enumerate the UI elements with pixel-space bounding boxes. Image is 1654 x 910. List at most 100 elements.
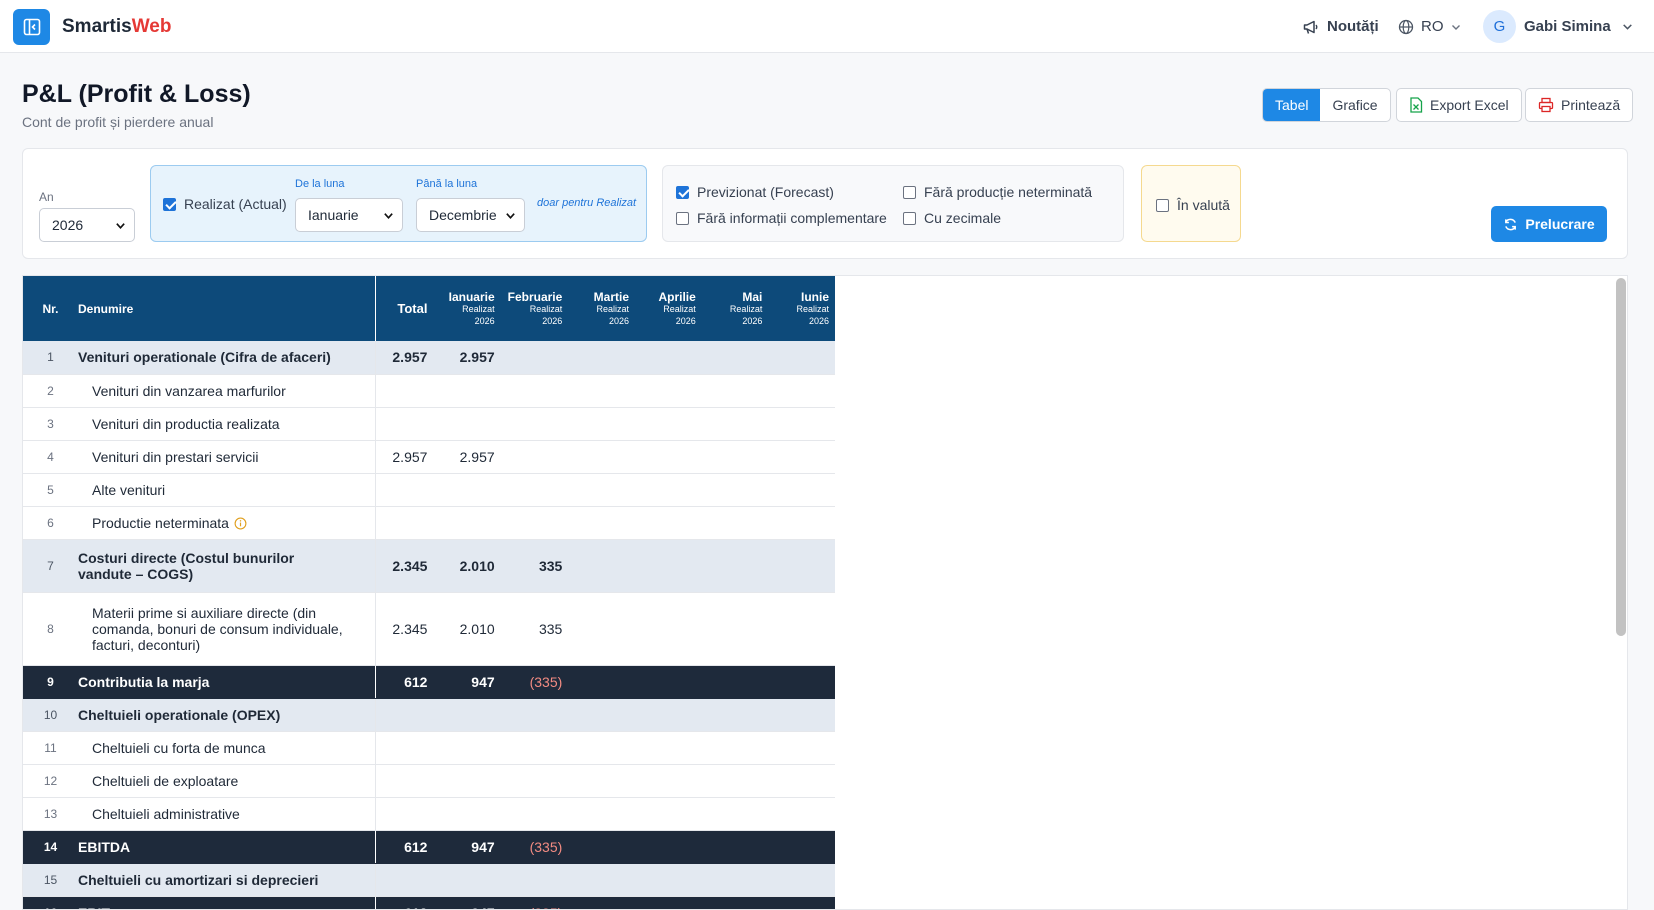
table-row[interactable]: 11 Cheltuieli cu forta de munca	[23, 731, 835, 765]
forecast-checkbox[interactable]: Previzionat (Forecast)	[676, 184, 834, 200]
row-month-value	[768, 665, 835, 699]
column-header-month: Martie Realizat 2026	[568, 276, 635, 341]
refresh-icon	[1505, 218, 1517, 230]
row-name-cell: Materii prime si auxiliare directe (din …	[78, 592, 376, 666]
column-header-name: Denumire	[78, 276, 376, 341]
top-navbar: SmartisWeb Noutăți RO G Gabi Simina	[0, 0, 1654, 53]
no-wip-label: Fără producție neterminată	[924, 184, 1093, 200]
no-wip-checkbox[interactable]: Fără producție neterminată	[903, 184, 1092, 200]
row-month-value: 335	[500, 539, 569, 593]
row-total: 2.957	[375, 440, 434, 474]
table-row[interactable]: 7 Costuri directe (Costul bunurilor vandu…	[23, 539, 835, 593]
export-excel-button[interactable]: Export Excel	[1396, 88, 1522, 122]
table-row[interactable]: 14 EBITDA 612 947 (335)	[23, 830, 835, 864]
row-name-cell: Venituri din prestari servicii	[78, 440, 376, 474]
table-row[interactable]: 3 Venituri din productia realizata	[23, 407, 835, 441]
language-label: RO	[1421, 18, 1444, 35]
table-row[interactable]: 10 Cheltuieli operationale (OPEX)	[23, 698, 835, 732]
row-month-value	[635, 797, 702, 831]
row-name: Venituri din prestari servicii	[92, 448, 259, 465]
row-month-value	[701, 407, 769, 441]
globe-icon	[1398, 19, 1414, 34]
row-total	[375, 863, 434, 897]
table-row[interactable]: 4 Venituri din prestari servicii 2.957 2.95…	[23, 440, 835, 474]
forecast-options-box	[662, 165, 1124, 242]
row-month-value	[568, 698, 635, 732]
row-month-value: 947	[433, 665, 501, 699]
table-row[interactable]: 1 Venituri operationale (Cifra de afaceri…	[23, 341, 835, 375]
print-button[interactable]: Printează	[1525, 88, 1634, 122]
year-select[interactable]: 2026	[39, 208, 135, 242]
page-title: P&L (Profit & Loss)	[22, 80, 251, 108]
from-month-label: De la luna	[295, 178, 345, 190]
row-name: EBITDA	[78, 838, 131, 855]
row-month-value	[568, 731, 635, 765]
actual-only-note: doar pentru Realizat	[537, 197, 637, 209]
row-name: Cheltuieli administrative	[92, 805, 240, 822]
vertical-scrollbar[interactable]	[1616, 278, 1626, 636]
table-row[interactable]: 2 Venituri din vanzarea marfurilor	[23, 374, 835, 408]
row-number: 9	[23, 665, 78, 699]
chevron-down-icon	[1450, 21, 1462, 33]
month-year: 2026	[608, 315, 629, 326]
row-name-cell: Costuri directe (Costul bunurilor vandut…	[78, 539, 376, 593]
month-name: Ianuarie	[448, 289, 495, 304]
info-icon[interactable]	[234, 517, 247, 530]
forecast-label: Previzionat (Forecast)	[697, 184, 834, 200]
row-total: 2.345	[375, 592, 434, 666]
currency-checkbox[interactable]: În valută	[1156, 197, 1230, 213]
row-name: EBIT	[78, 905, 110, 910]
process-button[interactable]: Prelucrare	[1491, 206, 1607, 242]
user-menu[interactable]: G Gabi Simina	[1483, 0, 1634, 53]
table-row[interactable]: 8 Materii prime si auxiliare directe (din…	[23, 592, 835, 666]
sidebar-toggle-button[interactable]	[13, 9, 50, 45]
from-month-select[interactable]: Ianuarie	[295, 198, 403, 232]
table-row[interactable]: 5 Alte venituri	[23, 473, 835, 507]
table-row[interactable]: 15 Cheltuieli cu amortizari si deprecieri	[23, 863, 835, 897]
row-month-value: (335)	[500, 830, 569, 864]
brand-logo[interactable]: SmartisWeb	[62, 16, 171, 38]
column-header-nr: Nr.	[23, 276, 78, 341]
tab-table[interactable]: Tabel	[1263, 89, 1321, 121]
row-month-value	[768, 592, 835, 666]
row-total	[375, 764, 434, 798]
table-row[interactable]: 6 Productie neterminata	[23, 506, 835, 540]
row-month-value	[500, 473, 569, 507]
actual-checkbox[interactable]: Realizat (Actual)	[163, 196, 287, 212]
no-extra-info-label: Fără informații complementare	[697, 210, 887, 226]
no-extra-info-checkbox[interactable]: Fără informații complementare	[676, 210, 887, 226]
table-row[interactable]: 16EBIT 612947(335)	[23, 896, 835, 910]
decimals-checkbox[interactable]: Cu zecimale	[903, 210, 1001, 226]
row-number: 12	[23, 764, 78, 798]
actual-label: Realizat (Actual)	[184, 196, 287, 212]
row-month-value	[768, 698, 835, 732]
row-total: 2.957	[375, 341, 434, 375]
row-total	[375, 473, 434, 507]
row-month-value: 947	[433, 830, 501, 864]
to-month-select[interactable]: Decembrie	[416, 198, 525, 232]
row-total	[375, 407, 434, 441]
row-month-value	[500, 407, 569, 441]
row-name-cell: Venituri din vanzarea marfurilor	[78, 374, 376, 408]
checkbox-checked-icon	[163, 197, 176, 211]
table-row[interactable]: 12 Cheltuieli de exploatare	[23, 764, 835, 798]
language-selector[interactable]: RO	[1398, 0, 1462, 53]
row-name-cell: Cheltuieli administrative	[78, 797, 376, 831]
row-month-value	[635, 896, 702, 909]
table-row[interactable]: 9 Contributia la marja 612 947 (335)	[23, 665, 835, 699]
news-button[interactable]: Noutăți	[1302, 0, 1379, 53]
row-month-value	[500, 341, 569, 375]
row-name: Venituri operationale (Cifra de afaceri)	[78, 349, 331, 366]
row-number: 11	[23, 731, 78, 765]
row-month-value	[768, 764, 835, 798]
month-year: 2026	[474, 315, 495, 326]
row-month-value	[568, 341, 635, 375]
row-month-value	[701, 341, 769, 375]
tab-charts[interactable]: Grafice	[1320, 89, 1389, 121]
row-total	[375, 374, 434, 408]
row-month-value	[568, 863, 635, 897]
table-row[interactable]: 13 Cheltuieli administrative	[23, 797, 835, 831]
row-number: 2	[23, 374, 78, 408]
month-type: Realizat	[596, 304, 629, 315]
row-month-value	[635, 830, 702, 864]
